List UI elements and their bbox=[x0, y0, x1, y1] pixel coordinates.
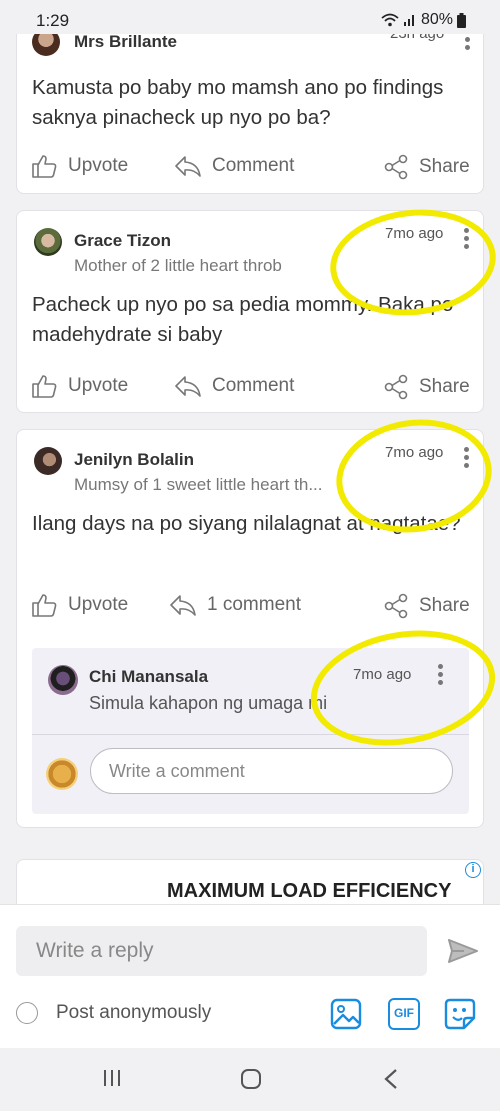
post-text: Ilang days na po siyang nilalagnat at na… bbox=[32, 512, 461, 535]
post-text: Kamusta po baby mo mamsh ano po findings… bbox=[32, 76, 444, 129]
comment-button[interactable]: Comment bbox=[174, 154, 294, 178]
post-card: Jenilyn Bolalin Mumsy of 1 sweet little … bbox=[16, 429, 484, 828]
divider bbox=[32, 734, 469, 735]
timestamp: 7mo ago bbox=[385, 444, 444, 461]
recent-apps-icon[interactable] bbox=[102, 1068, 122, 1088]
info-icon[interactable]: i bbox=[465, 862, 481, 878]
upvote-button[interactable]: Upvote bbox=[32, 374, 128, 398]
reply-thread: Chi Manansala 7mo ago Simula kahapon ng … bbox=[32, 648, 469, 814]
upvote-button[interactable]: Upvote bbox=[32, 593, 128, 617]
ad-title: MAXIMUM LOAD EFFICIENCY bbox=[167, 880, 452, 902]
status-time: 1:29 bbox=[36, 11, 70, 30]
share-icon bbox=[384, 593, 408, 619]
reply-author-name[interactable]: Chi Manansala bbox=[89, 667, 208, 687]
send-icon[interactable] bbox=[448, 938, 478, 964]
gif-icon[interactable]: GIF bbox=[388, 998, 420, 1030]
post-card: Grace Tizon Mother of 2 little heart thr… bbox=[16, 210, 484, 413]
reply-bar: Write a reply Post anonymously GIF bbox=[0, 904, 500, 1048]
comment-label: Comment bbox=[212, 375, 295, 396]
reply-input[interactable]: Write a reply bbox=[16, 926, 427, 976]
author-name[interactable]: Grace Tizon bbox=[74, 231, 171, 251]
anonymous-radio[interactable] bbox=[16, 1002, 38, 1024]
comment-icon bbox=[175, 376, 201, 397]
share-button[interactable]: Share bbox=[383, 374, 470, 400]
sticker-icon[interactable] bbox=[444, 998, 476, 1030]
author-name[interactable]: Mrs Brillante bbox=[74, 32, 177, 52]
wifi-icon bbox=[381, 13, 399, 27]
image-icon[interactable] bbox=[330, 998, 362, 1030]
battery-percent: 80% bbox=[420, 11, 453, 28]
timestamp: 7mo ago bbox=[385, 225, 444, 242]
more-options-icon[interactable] bbox=[437, 664, 443, 685]
upvote-icon bbox=[32, 155, 57, 178]
back-icon[interactable] bbox=[383, 1068, 399, 1090]
upvote-icon bbox=[32, 375, 57, 398]
share-icon bbox=[384, 154, 408, 180]
comment-button[interactable]: 1 comment bbox=[169, 593, 301, 617]
post-card: Mrs Brillante 23h ago Kamusta po baby mo… bbox=[16, 18, 484, 194]
comment-count: 1 comment bbox=[207, 594, 301, 615]
status-bar: 1:29 80% bbox=[0, 0, 500, 34]
avatar[interactable] bbox=[34, 228, 62, 256]
upvote-label: Upvote bbox=[68, 155, 129, 176]
comment-icon bbox=[175, 156, 201, 177]
author-subtitle: Mother of 2 little heart throb bbox=[74, 256, 282, 275]
comment-button[interactable]: Comment bbox=[174, 374, 294, 398]
comment-label: Comment bbox=[212, 155, 295, 176]
home-icon[interactable] bbox=[240, 1068, 262, 1090]
anonymous-label: Post anonymously bbox=[56, 1002, 212, 1023]
post-anonymously-toggle[interactable]: Post anonymously bbox=[16, 1002, 211, 1024]
share-label: Share bbox=[419, 376, 470, 397]
post-text: Pacheck up nyo po sa pedia mommy. Baka p… bbox=[32, 293, 454, 346]
share-icon bbox=[384, 374, 408, 400]
share-label: Share bbox=[419, 595, 470, 616]
upvote-label: Upvote bbox=[68, 594, 129, 615]
comment-icon bbox=[170, 595, 196, 616]
upvote-button[interactable]: Upvote bbox=[32, 154, 128, 178]
avatar[interactable] bbox=[34, 447, 62, 475]
upvote-label: Upvote bbox=[68, 375, 129, 396]
share-label: Share bbox=[419, 156, 470, 177]
share-button[interactable]: Share bbox=[383, 154, 470, 180]
current-user-avatar bbox=[46, 758, 78, 790]
share-button[interactable]: Share bbox=[383, 593, 470, 619]
avatar[interactable] bbox=[48, 665, 78, 695]
status-icons: 80% bbox=[381, 11, 466, 29]
signal-icon bbox=[403, 15, 414, 26]
reply-timestamp: 7mo ago bbox=[353, 666, 412, 683]
reply-text: Simula kahapon ng umaga mi bbox=[89, 693, 328, 713]
battery-icon bbox=[457, 12, 466, 28]
system-nav-bar bbox=[0, 1048, 500, 1111]
author-subtitle: Mumsy of 1 sweet little heart th... bbox=[74, 475, 323, 494]
upvote-icon bbox=[32, 594, 57, 617]
more-options-icon[interactable] bbox=[463, 228, 469, 249]
write-comment-input[interactable]: Write a comment bbox=[90, 748, 453, 794]
author-name[interactable]: Jenilyn Bolalin bbox=[74, 450, 194, 470]
more-options-icon[interactable] bbox=[463, 447, 469, 468]
